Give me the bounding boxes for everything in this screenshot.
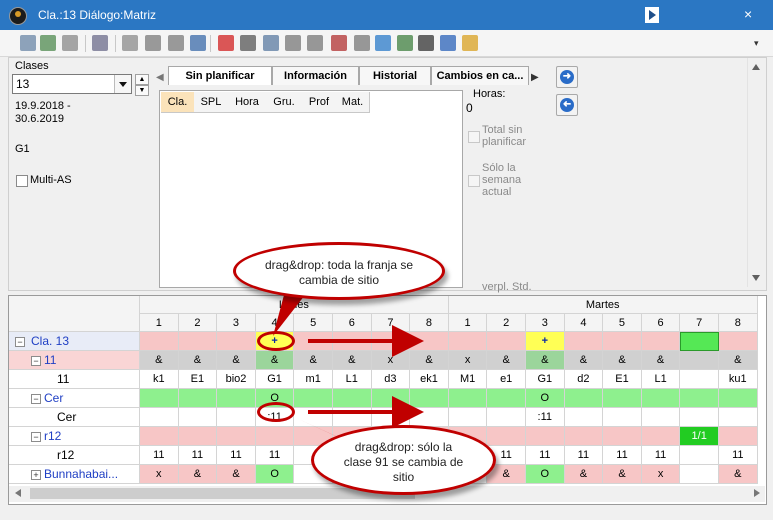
callout-bottom: drag&drop: sólo la clase 91 se cambia de… — [311, 425, 496, 495]
callout-top: drag&drop: toda la franja se cambia de s… — [233, 242, 445, 300]
highlight-marker-top — [257, 331, 295, 351]
highlight-marker-bottom — [257, 402, 295, 422]
